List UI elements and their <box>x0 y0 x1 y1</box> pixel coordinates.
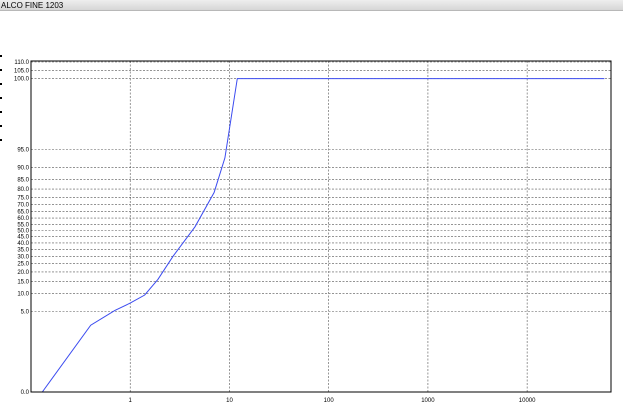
edge-mark <box>0 69 2 71</box>
edge-mark <box>0 83 2 85</box>
y-tick-labels: 0.0 5.0 10.0 15.0 20.0 25.0 30.035.040.045.050… <box>14 60 30 396</box>
y-tick-label: 55.0 <box>17 222 29 228</box>
y-tick-label: 65.0 <box>17 210 29 216</box>
y-tick-label: 25.0 <box>17 262 29 268</box>
y-tick-label: 75.0 <box>17 195 29 201</box>
y-tick-label: 35.0 <box>17 247 29 253</box>
y-tick-label: 80.0 <box>17 187 29 193</box>
y-tick-label: 90.0 <box>17 165 29 171</box>
y-tick-label: 50.0 <box>17 229 29 235</box>
edge-mark <box>0 97 2 99</box>
window-titlebar: ALCO FINE 1203 <box>0 0 623 11</box>
y-tick-label: 0.0 <box>21 390 30 396</box>
y-tick-label: 85.0 <box>17 178 29 184</box>
edge-mark <box>0 55 2 57</box>
grid-layer <box>31 61 611 393</box>
window-title: ALCO FINE 1203 <box>1 1 64 10</box>
y-tick-label: 40.0 <box>17 241 29 247</box>
y-tick-label: 95.0 <box>17 148 29 154</box>
edge-mark <box>0 111 2 113</box>
left-edge-marks <box>0 55 2 141</box>
x-tick-labels: 1 10 100 1000 10000 <box>129 398 537 404</box>
grading-chart: 0.0 5.0 10.0 15.0 20.0 25.0 30.035.040.045.050… <box>0 55 612 404</box>
x-tick-label: 1000 <box>421 398 435 404</box>
y-tick-label: 70.0 <box>17 203 29 209</box>
y-tick-label: 5.0 <box>21 309 30 315</box>
x-tick-label: 1 <box>129 398 133 404</box>
chart-area: 0.0 5.0 10.0 15.0 20.0 25.0 30.0 35.0 40.0 45.0 50… <box>0 11 623 409</box>
y-tick-label: 100.0 <box>14 77 30 83</box>
y-tick-label: 110.0 <box>14 60 29 66</box>
x-tick-label: 100 <box>324 398 335 404</box>
y-tick-label: 15.0 <box>17 279 29 285</box>
y-tick-label: 10.0 <box>17 292 29 298</box>
edge-mark <box>0 125 2 127</box>
x-tick-label: 10000 <box>519 398 536 404</box>
y-tick-label: 60.0 <box>17 216 29 222</box>
y-tick-label: 20.0 <box>17 270 29 276</box>
series-line <box>41 78 605 393</box>
y-tick-label: 30.0 <box>17 254 29 260</box>
y-tick-label: 105.0 <box>14 68 30 74</box>
plot-frame <box>30 60 612 393</box>
y-tick-label: 45.0 <box>17 235 29 241</box>
x-tick-label: 10 <box>226 398 233 404</box>
edge-mark <box>0 139 2 141</box>
